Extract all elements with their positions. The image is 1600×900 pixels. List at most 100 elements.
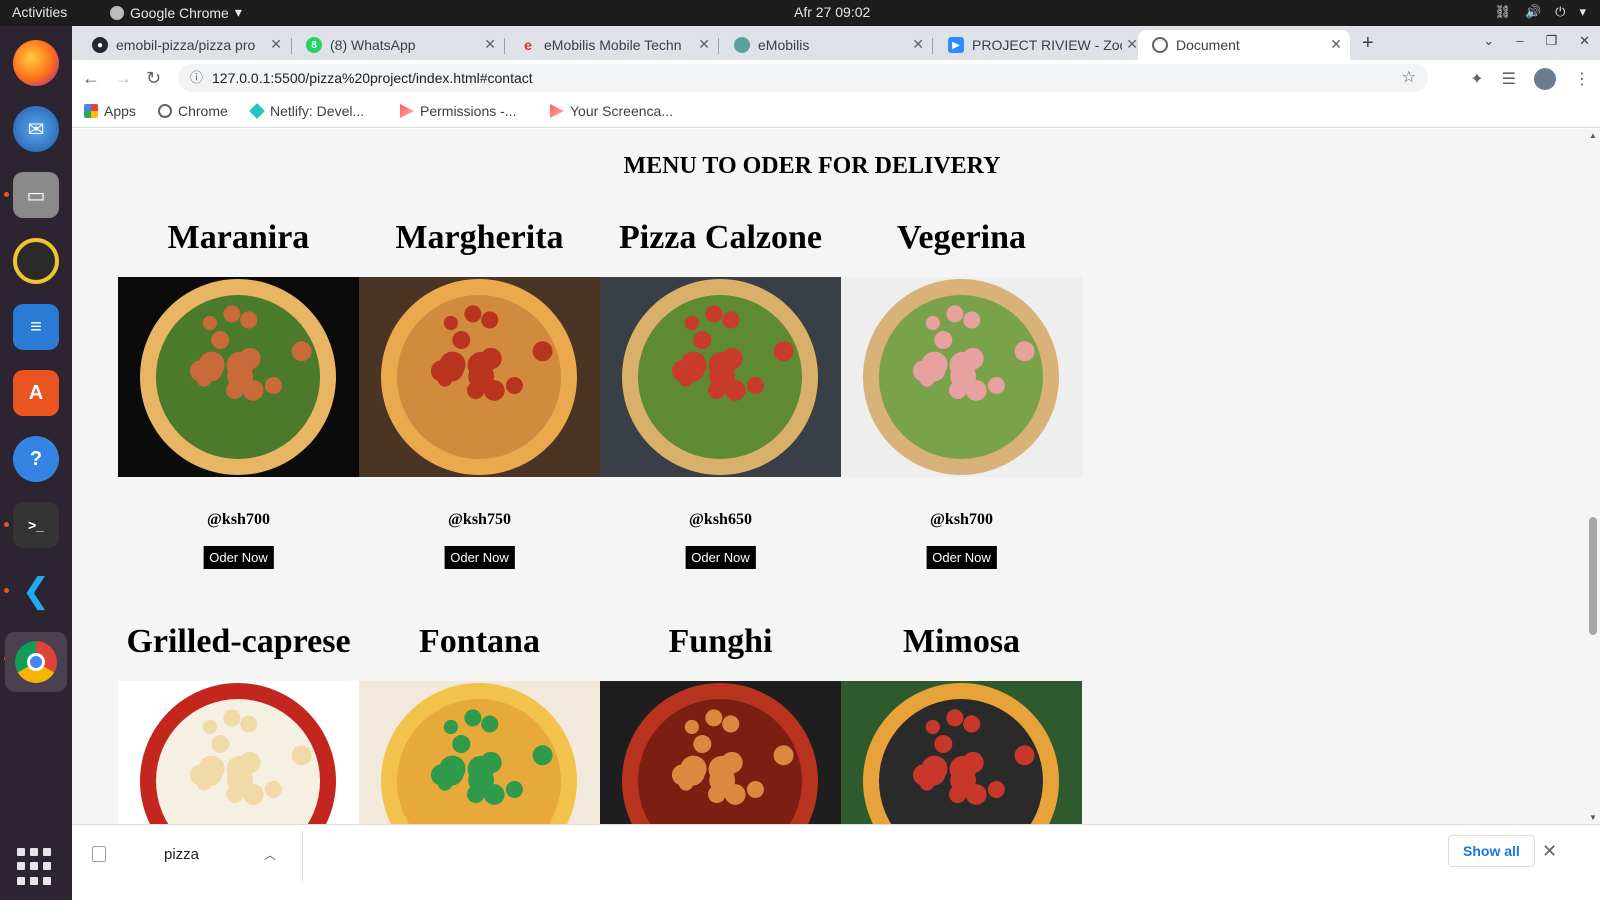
files-icon[interactable]: ▭	[13, 172, 59, 218]
scroll-down-icon[interactable]: ▼	[1589, 813, 1597, 822]
power-icon: ⏻	[1555, 4, 1566, 19]
chrome-icon	[158, 104, 172, 118]
close-icon[interactable]: ✕	[1330, 36, 1342, 53]
pizza-image[interactable]	[841, 277, 1082, 477]
bookmark-star-icon[interactable]: ☆	[1402, 64, 1416, 92]
pizza-illustration	[118, 681, 359, 824]
chrome-icon[interactable]	[5, 632, 67, 692]
minimize-icon[interactable]: –	[1516, 33, 1523, 49]
order-now-button[interactable]: Oder Now	[444, 546, 515, 569]
clock[interactable]: Afr 27 09:02	[794, 4, 870, 20]
close-icon[interactable]: ✕	[1542, 841, 1557, 862]
firefox-icon[interactable]	[13, 40, 59, 86]
close-icon[interactable]: ✕	[270, 36, 282, 53]
download-item[interactable]: pizza ︿	[92, 841, 302, 867]
address-bar[interactable]: ⓘ 127.0.0.1:5500/pizza%20project/index.h…	[178, 64, 1428, 92]
pizza-image[interactable]	[600, 277, 841, 477]
menu-card-fontana: Fontana	[359, 623, 600, 824]
tab-title: Document	[1176, 37, 1240, 53]
writer-icon[interactable]: ≡	[13, 304, 59, 350]
app-menu[interactable]: Google Chrome ▾	[110, 4, 242, 21]
vscode-icon[interactable]: ❮	[13, 568, 59, 614]
bookmark-label: Netlify: Devel...	[270, 103, 365, 119]
close-icon[interactable]: ✕	[1579, 33, 1590, 49]
bookmark-apps[interactable]: Apps	[84, 103, 136, 119]
software-icon[interactable]: A	[13, 370, 59, 416]
avatar[interactable]	[1534, 68, 1556, 90]
app-menu-label: Google Chrome	[130, 4, 229, 21]
pizza-illustration	[600, 277, 841, 477]
new-tab-button[interactable]: +	[1362, 32, 1374, 55]
menu-card-funghi: Funghi	[600, 623, 841, 824]
bookmark-screencastify[interactable]: Your Screenca...	[550, 103, 673, 119]
reload-icon[interactable]: ↻	[146, 68, 161, 89]
tab-search-icon[interactable]: ⌄	[1483, 33, 1494, 49]
site-info-icon[interactable]: ⓘ	[190, 64, 203, 92]
chevron-up-icon[interactable]: ︿	[264, 846, 276, 863]
pizza-price: @ksh650	[689, 511, 752, 528]
help-icon[interactable]: ?	[13, 436, 59, 482]
order-now-button[interactable]: Oder Now	[926, 546, 997, 569]
pizza-image[interactable]	[359, 277, 600, 477]
forward-icon[interactable]: →	[114, 68, 132, 89]
pizza-image[interactable]	[841, 681, 1082, 824]
pizza-image[interactable]	[600, 681, 841, 824]
close-icon[interactable]: ✕	[912, 36, 924, 53]
reading-list-icon[interactable]: ☰	[1502, 69, 1516, 89]
tab-title: PROJECT RIVIEW - Zoo	[972, 37, 1122, 53]
rhythmbox-icon[interactable]	[13, 238, 59, 284]
activities-button[interactable]: Activities	[12, 4, 67, 20]
menu-kebab-icon[interactable]: ⋮	[1574, 69, 1590, 89]
zoom-icon: ▶	[948, 37, 964, 53]
extensions-icon[interactable]: ✦	[1470, 69, 1483, 89]
chrome-window: ● emobil-pizza/pizza pro ✕ 8 (8) WhatsAp…	[72, 26, 1600, 900]
running-indicator	[4, 522, 9, 527]
globe-icon	[1152, 37, 1168, 53]
pizza-image[interactable]	[359, 681, 600, 824]
scrollbar-thumb[interactable]	[1589, 517, 1597, 635]
close-icon[interactable]: ✕	[1126, 36, 1138, 53]
pizza-image[interactable]	[118, 277, 359, 477]
tab-zoom[interactable]: ▶ PROJECT RIVIEW - Zoo ✕	[934, 30, 1146, 60]
close-icon[interactable]: ✕	[484, 36, 496, 53]
download-shelf: pizza ︿ Show all ✕	[72, 824, 1600, 900]
bookmark-label: Chrome	[178, 103, 228, 119]
pizza-name: Pizza Calzone	[619, 219, 822, 256]
volume-icon: 🔊	[1524, 4, 1542, 19]
pizza-image[interactable]	[118, 681, 359, 824]
pizza-name: Fontana	[419, 623, 540, 660]
chevron-down-icon: ▾	[1579, 4, 1586, 19]
menu-card-vegerina: Vegerina @ksh700 Oder Now	[841, 219, 1082, 569]
running-indicator	[4, 192, 9, 197]
pizza-name: Funghi	[668, 623, 773, 660]
scroll-up-icon[interactable]: ▲	[1589, 131, 1597, 140]
tab-whatsapp[interactable]: 8 (8) WhatsApp ✕	[292, 30, 504, 60]
tab-emobilis-tech[interactable]: e eMobilis Mobile Techn ✕	[506, 30, 718, 60]
menu-card-margherita: Margherita @ksh750 Oder Now	[359, 219, 600, 569]
bookmark-netlify[interactable]: Netlify: Devel...	[249, 103, 365, 119]
menu-card-grilled-caprese: Grilled-caprese	[118, 623, 359, 824]
pizza-illustration	[359, 277, 600, 477]
order-now-button[interactable]: Oder Now	[203, 546, 274, 569]
order-now-button[interactable]: Oder Now	[685, 546, 756, 569]
pizza-price: @ksh750	[448, 511, 511, 528]
tab-title: emobil-pizza/pizza pro	[116, 37, 256, 53]
menu-card-pizza-calzone: Pizza Calzone @ksh650 Oder Now	[600, 219, 841, 569]
tab-emobilis[interactable]: eMobilis ✕	[720, 30, 932, 60]
bookmark-chrome[interactable]: Chrome	[158, 103, 228, 119]
show-all-button[interactable]: Show all	[1448, 835, 1535, 867]
tab-title: eMobilis	[758, 37, 810, 53]
page-scrollbar[interactable]: ▲ ▼	[1586, 129, 1600, 824]
system-tray[interactable]: ⛓ 🔊 ⏻ ▾	[1494, 4, 1586, 20]
restore-icon[interactable]: ❐	[1545, 33, 1557, 49]
pizza-name: Vegerina	[896, 219, 1027, 256]
terminal-icon[interactable]: >_	[13, 502, 59, 548]
tab-document[interactable]: Document ✕	[1138, 30, 1350, 60]
back-icon[interactable]: ←	[82, 68, 100, 89]
show-applications-icon[interactable]	[17, 848, 55, 886]
bookmark-label: Apps	[104, 103, 136, 119]
bookmark-permissions[interactable]: Permissions -...	[400, 103, 516, 119]
close-icon[interactable]: ✕	[698, 36, 710, 53]
thunderbird-icon[interactable]: ✉	[13, 106, 59, 152]
tab-github[interactable]: ● emobil-pizza/pizza pro ✕	[78, 30, 290, 60]
